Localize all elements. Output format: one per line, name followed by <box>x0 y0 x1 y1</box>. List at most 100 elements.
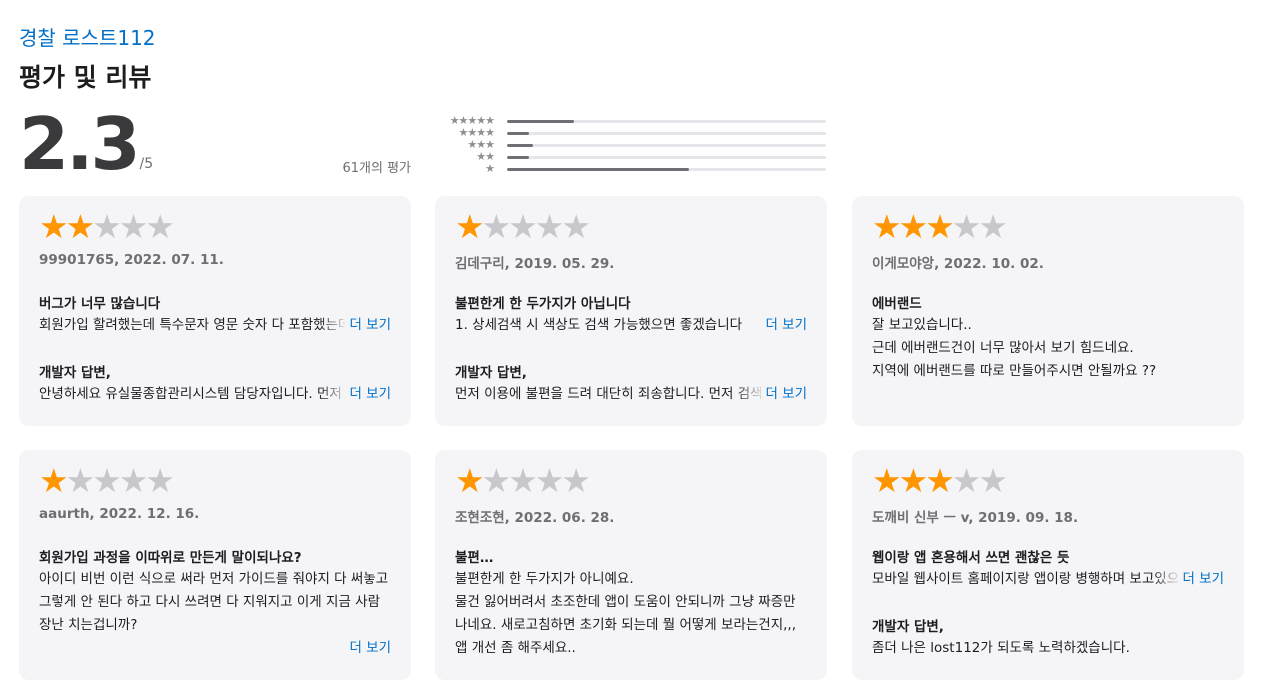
histogram-fill <box>507 131 530 135</box>
star-filled-icon: ★ <box>872 207 902 246</box>
developer-response: 안녕하세요 유실물종합관리시스템 담당자입니다. 먼저 더 보기 <box>39 383 391 406</box>
review-author-date: 이게모야앙, 2022. 10. 02. <box>872 256 1044 270</box>
developer-response-text: 안녕하세요 유실물종합관리시스템 담당자입니다. 먼저 <box>39 386 342 402</box>
star-filled-icon: ★ <box>872 461 902 500</box>
average-rating: 2.3 /5 <box>19 104 153 184</box>
rating-histogram: ★★★★★ ★★★★ ★★★ ★★ ★ <box>430 115 830 175</box>
star-rating-icon: ★★★★★ <box>872 464 1224 498</box>
star-empty-icon: ★ <box>978 461 1008 500</box>
histogram-fill <box>507 167 689 171</box>
star-filled-icon: ★ <box>39 461 69 500</box>
star-empty-icon: ★ <box>951 461 982 500</box>
review-author-date: 도깨비 신부 ㅡ v, 2019. 09. 18. <box>872 510 1079 524</box>
review-body-line: 나네요. 새로고침하면 초기화 되는데 뭘 어떻게 보라는건지,,, <box>455 617 796 633</box>
more-button[interactable]: 더 보기 <box>349 636 391 656</box>
review-card: ★★★★★ 조현조현, 2022. 06. 28. 불편… 불편한게 한 두가지… <box>435 450 827 680</box>
review-body: 불편한게 한 두가지가 아니예요. 물건 잃어버려서 초조한데 앱이 도움이 안… <box>455 568 807 660</box>
review-title: 버그가 너무 많습니다 <box>39 296 161 310</box>
review-title: 불편한게 한 두가지가 아닙니다 <box>455 296 631 310</box>
star-empty-icon: ★ <box>951 207 982 246</box>
review-title: 불편… <box>455 550 494 564</box>
star-empty-icon: ★ <box>481 461 512 500</box>
more-button[interactable]: 더 보기 <box>345 383 391 406</box>
histogram-track <box>507 155 826 159</box>
developer-response-text: 먼저 이용에 불편을 드려 대단히 죄송합니다. 먼저 검색 <box>455 386 763 402</box>
review-body-line: 아이디 비번 이런 식으로 써라 먼저 가이드를 줘야지 다 써놓고 <box>39 571 389 587</box>
star-empty-icon: ★ <box>534 207 565 246</box>
star-filled-icon: ★ <box>898 461 929 500</box>
review-author-date: 조현조현, 2022. 06. 28. <box>455 510 615 524</box>
star-filled-icon: ★ <box>39 207 69 246</box>
star-rating-icon: ★★★★★ <box>39 464 391 498</box>
review-author-date: 99901765, 2022. 07. 11. <box>39 252 224 268</box>
rating-out-of: /5 <box>139 156 154 172</box>
developer-response: 먼저 이용에 불편을 드려 대단히 죄송합니다. 먼저 검색 더 보기 <box>455 383 807 406</box>
star-empty-icon: ★ <box>118 207 149 246</box>
review-body-line: 장난 치는겁니까? <box>39 617 138 633</box>
star-empty-icon: ★ <box>561 461 591 500</box>
review-card: ★★★★★ 김데구리, 2019. 05. 29. 불편한게 한 두가지가 아닙… <box>435 196 827 426</box>
review-body-line: 불편한게 한 두가지가 아니예요. <box>455 571 634 587</box>
developer-response-label: 개발자 답변, <box>455 365 527 381</box>
star-filled-icon: ★ <box>455 461 485 500</box>
histogram-row-1: ★ <box>430 163 830 175</box>
review-card: ★★★★★ aaurth, 2022. 12. 16. 회원가입 과정을 이따위… <box>19 450 411 680</box>
star-rating-icon: ★★★★★ <box>39 210 391 244</box>
more-button[interactable]: 더 보기 <box>345 314 391 337</box>
histogram-track <box>507 131 826 135</box>
review-author-date: 김데구리, 2019. 05. 29. <box>455 256 615 270</box>
average-rating-value: 2.3 <box>19 102 141 186</box>
review-body: 잘 보고있습니다.. 근데 에버랜드건이 너무 많아서 보기 힘드네요. 지역에… <box>872 314 1224 383</box>
histogram-track <box>507 143 826 147</box>
review-body: 모바일 웹사이트 홈페이지랑 앱이랑 병행하며 보고있으 더 보기 <box>872 568 1224 591</box>
review-body-line: 앱 개선 좀 해주세요.. <box>455 640 576 656</box>
more-button[interactable]: 더 보기 <box>761 314 807 337</box>
star-empty-icon: ★ <box>978 207 1008 246</box>
review-body: 1. 상세검색 시 색상도 검색 가능했으면 좋겠습니다 더 보기 <box>455 314 807 337</box>
star-empty-icon: ★ <box>65 461 96 500</box>
histogram-track <box>507 167 826 171</box>
star-filled-icon: ★ <box>925 461 955 500</box>
star-filled-icon: ★ <box>898 207 929 246</box>
review-card: ★★★★★ 이게모야앙, 2022. 10. 02. 에버랜드 잘 보고있습니다… <box>852 196 1244 426</box>
histogram-track <box>507 119 826 123</box>
review-body: 회원가입 할려했는데 특수문자 영문 숫자 다 포함했는데 더 보기 <box>39 314 391 337</box>
more-button[interactable]: 더 보기 <box>761 383 807 406</box>
review-body-text: 1. 상세검색 시 색상도 검색 가능했으면 좋겠습니다 <box>455 317 743 333</box>
review-body-line: 그렇게 안 된다 하고 다시 쓰려면 다 지워지고 이게 지금 사람 <box>39 594 380 610</box>
developer-response-label: 개발자 답변, <box>872 619 944 635</box>
star-empty-icon: ★ <box>534 461 565 500</box>
review-title: 웹이랑 앱 혼용해서 쓰면 괜찮은 듯 <box>872 550 1070 564</box>
review-body-text: 회원가입 할려했는데 특수문자 영문 숫자 다 포함했는데 <box>39 317 351 333</box>
star-empty-icon: ★ <box>145 461 175 500</box>
star-empty-icon: ★ <box>92 207 122 246</box>
more-button[interactable]: 더 보기 <box>1178 568 1224 591</box>
review-body-line: 잘 보고있습니다.. <box>872 317 972 333</box>
star-empty-icon: ★ <box>508 461 538 500</box>
review-card: ★★★★★ 도깨비 신부 ㅡ v, 2019. 09. 18. 웹이랑 앱 혼용… <box>852 450 1244 680</box>
review-author-date: aaurth, 2022. 12. 16. <box>39 506 200 522</box>
star-filled-icon: ★ <box>925 207 955 246</box>
star-filled-icon: ★ <box>65 207 96 246</box>
review-title: 회원가입 과정을 이따위로 만든게 말이되나요? <box>39 550 302 564</box>
review-body-text: 모바일 웹사이트 홈페이지랑 앱이랑 병행하며 보고있으 <box>872 571 1180 587</box>
review-title: 에버랜드 <box>872 296 922 310</box>
review-body-line: 지역에 에버랜드를 따로 만들어주시면 안될까요 ?? <box>872 363 1157 379</box>
star-empty-icon: ★ <box>561 207 591 246</box>
review-card: ★★★★★ 99901765, 2022. 07. 11. 버그가 너무 많습니… <box>19 196 411 426</box>
section-title: 평가 및 리뷰 <box>19 63 152 92</box>
star-filled-icon: ★ <box>455 207 485 246</box>
star-empty-icon: ★ <box>508 207 538 246</box>
app-title-link[interactable]: 경찰 로스트112 <box>19 22 156 51</box>
histogram-fill <box>507 119 574 123</box>
histogram-stars-icon: ★ <box>485 162 495 175</box>
review-body-line: 근데 에버랜드건이 너무 많아서 보기 힘드네요. <box>872 340 1134 356</box>
star-empty-icon: ★ <box>118 461 149 500</box>
star-empty-icon: ★ <box>481 207 512 246</box>
developer-response-text: 좀더 나은 lost112가 되도록 노력하겠습니다. <box>872 640 1130 656</box>
developer-response: 좀더 나은 lost112가 되도록 노력하겠습니다. <box>872 637 1224 660</box>
histogram-fill <box>507 143 533 147</box>
developer-response-label: 개발자 답변, <box>39 365 111 381</box>
review-body: 아이디 비번 이런 식으로 써라 먼저 가이드를 줘야지 다 써놓고 그렇게 안… <box>39 568 391 637</box>
histogram-fill <box>507 155 530 159</box>
